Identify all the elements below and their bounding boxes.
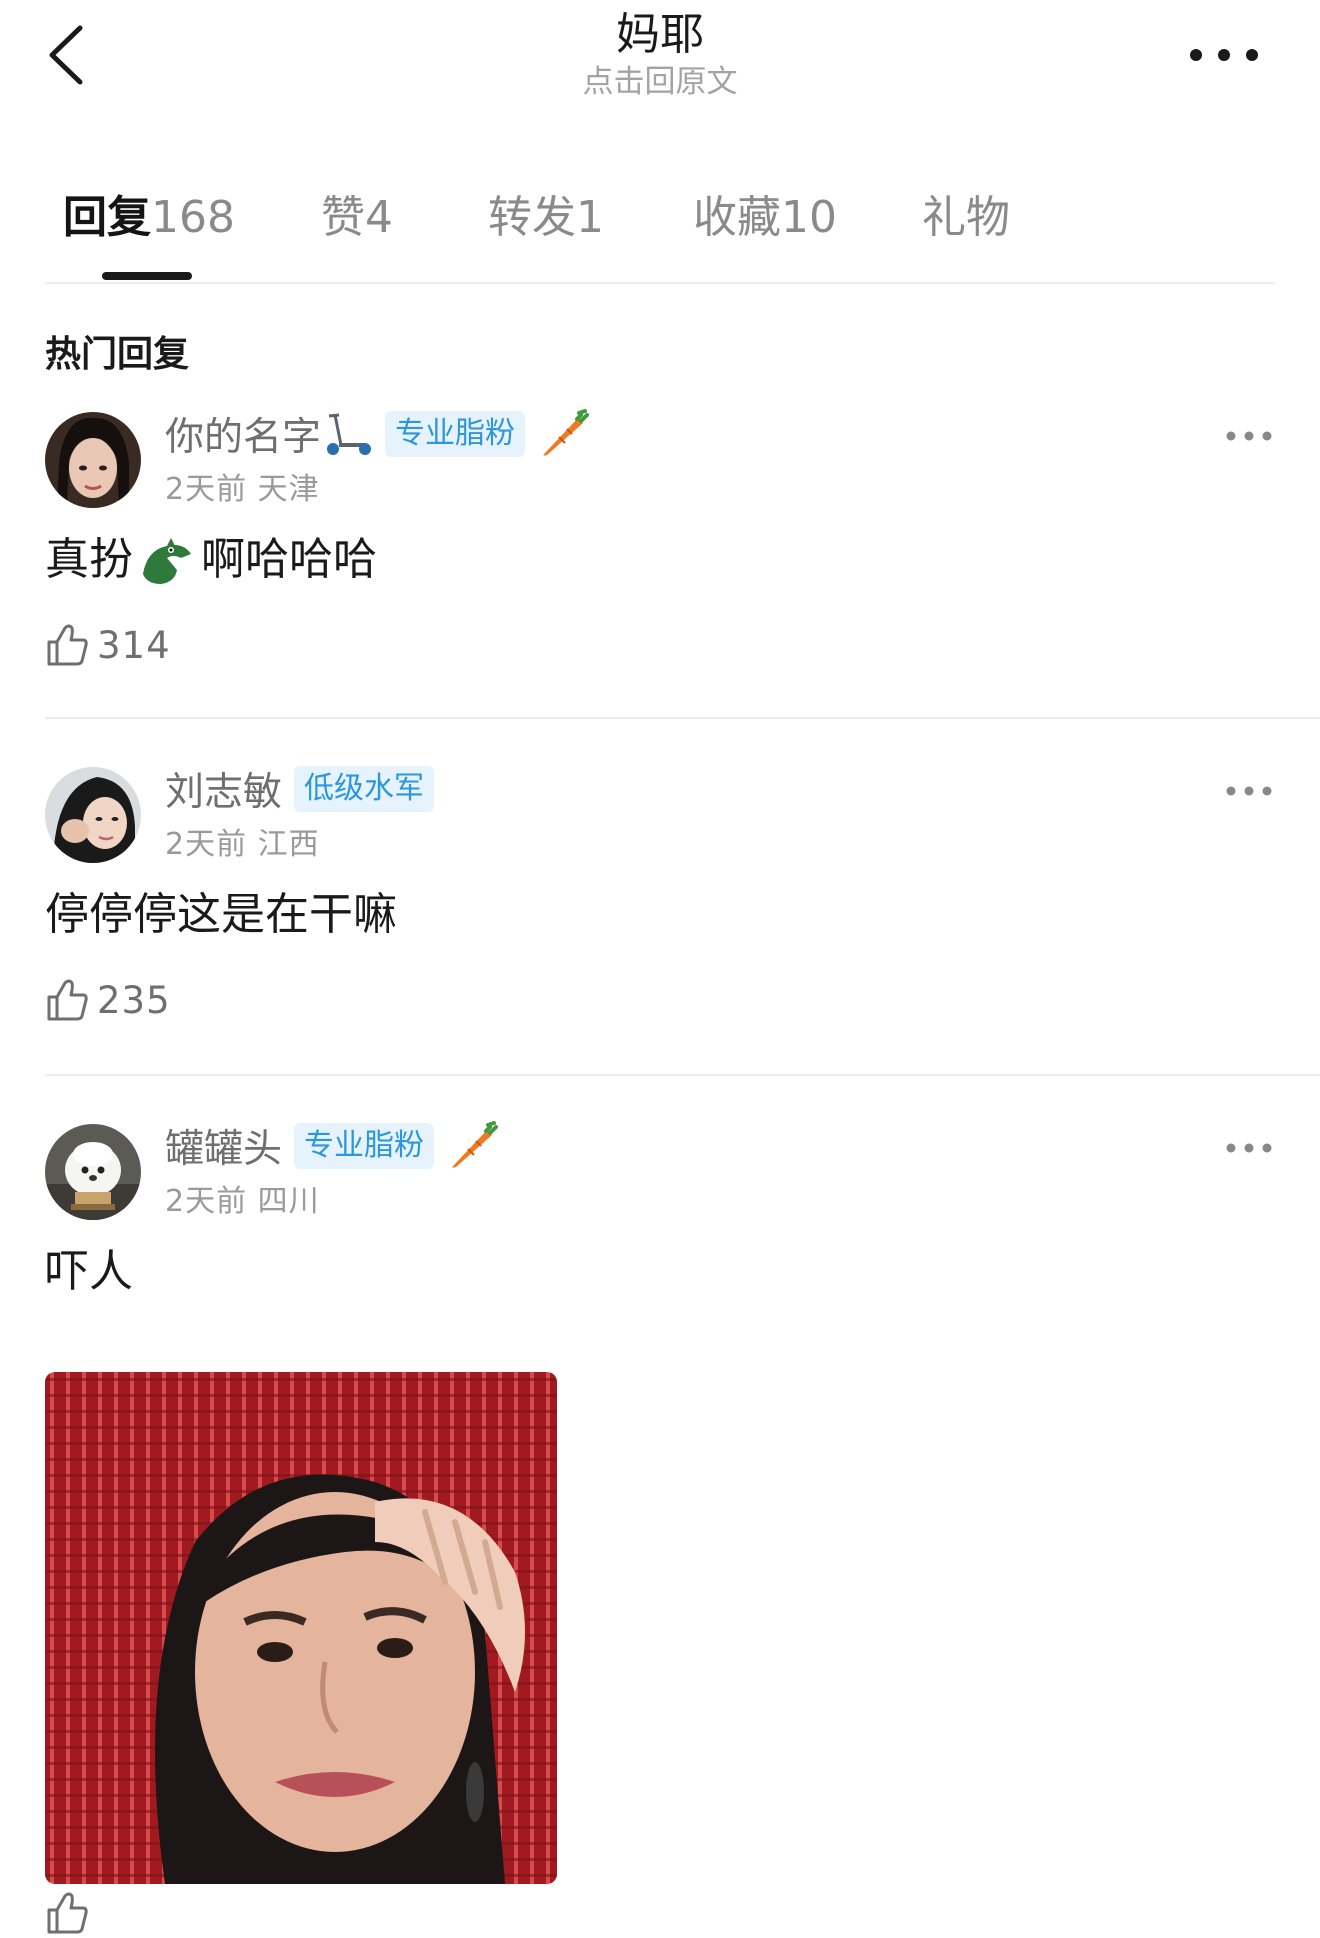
thumbs-up-icon	[47, 979, 88, 1021]
avatar[interactable]	[45, 1124, 141, 1220]
avatar-image	[45, 1124, 141, 1220]
tab-label: 赞	[321, 192, 365, 243]
tab-count: 10	[781, 192, 837, 243]
section-title: 热门回复	[45, 334, 190, 375]
avatar-image	[45, 767, 141, 863]
avatar-image	[45, 412, 141, 508]
avatar[interactable]	[45, 767, 141, 863]
tab-label: 收藏	[693, 192, 781, 243]
comment-text: 停停停这是在干嘛	[45, 889, 397, 940]
user-info-row: 你的名字 专业脂粉	[165, 406, 593, 462]
tab-replies[interactable]: 回复168	[63, 190, 235, 246]
active-tab-indicator	[102, 272, 192, 280]
like-count: 235	[97, 978, 171, 1022]
comment-text-part: 真扮	[45, 534, 133, 585]
tab-label: 礼物	[922, 192, 1010, 243]
comment-text: 真扮 啊哈哈哈	[45, 530, 377, 590]
tab-favorites[interactable]: 收藏10	[693, 190, 837, 246]
username[interactable]: 罐罐头	[165, 1118, 282, 1174]
tab-reposts[interactable]: 转发1	[488, 190, 604, 246]
tab-label: 转发	[488, 192, 576, 243]
comment-more-button[interactable]	[1223, 426, 1275, 446]
more-dots-icon	[1190, 49, 1258, 61]
like-button[interactable]: 235	[45, 975, 171, 1025]
more-dots-icon	[1226, 786, 1272, 796]
tab-bar: 回复168 赞4 转发1 收藏10 礼物	[45, 180, 1275, 284]
tab-likes[interactable]: 赞4	[321, 190, 393, 246]
comment-divider	[45, 1074, 1320, 1076]
more-dots-icon	[1226, 431, 1272, 441]
carrot-icon	[452, 1121, 499, 1168]
tab-label: 回复	[63, 192, 151, 243]
user-info-row: 罐罐头 专业脂粉	[165, 1118, 502, 1174]
tab-gifts[interactable]: 礼物	[922, 190, 1010, 246]
tab-count: 168	[151, 192, 235, 243]
avatar[interactable]	[45, 412, 141, 508]
top-bar: 妈耶 点击回原文	[0, 0, 1320, 130]
username[interactable]: 刘志敏	[165, 761, 282, 817]
page-title: 妈耶	[616, 9, 704, 60]
fan-level-badge[interactable]: 专业脂粉	[385, 411, 526, 457]
like-count: 314	[97, 623, 171, 667]
tab-count: 4	[365, 192, 393, 243]
more-dots-icon	[1226, 1143, 1272, 1153]
user-info-row: 刘志敏 低级水军	[165, 761, 435, 817]
back-to-original-link[interactable]: 点击回原文	[583, 62, 738, 102]
comment-more-button[interactable]	[1223, 781, 1275, 801]
title-block: 妈耶 点击回原文	[0, 8, 1320, 102]
comment-image[interactable]	[45, 1372, 557, 1884]
post-meta: 2天前 天津	[165, 472, 320, 507]
post-meta: 2天前 四川	[165, 1184, 320, 1219]
comment-more-button[interactable]	[1223, 1138, 1275, 1158]
post-meta: 2天前 江西	[165, 827, 320, 862]
username[interactable]: 你的名字	[165, 406, 321, 462]
thumbs-up-icon	[47, 624, 88, 666]
crocodile-emoji	[143, 538, 191, 584]
carrot-icon	[543, 409, 590, 456]
fan-level-badge[interactable]: 低级水军	[294, 766, 435, 812]
comment-text: 吓人	[45, 1246, 133, 1297]
more-options-button[interactable]	[1186, 40, 1262, 70]
scooter-icon	[327, 413, 372, 455]
comment-text-part: 啊哈哈哈	[201, 534, 377, 585]
tab-count: 1	[576, 192, 604, 243]
like-button[interactable]	[45, 1888, 97, 1938]
comment-divider	[45, 717, 1320, 719]
thumbs-up-icon	[47, 1892, 88, 1934]
fan-level-badge[interactable]: 专业脂粉	[294, 1123, 435, 1169]
like-button[interactable]: 314	[45, 620, 171, 670]
reaction-meme-image	[45, 1372, 557, 1884]
